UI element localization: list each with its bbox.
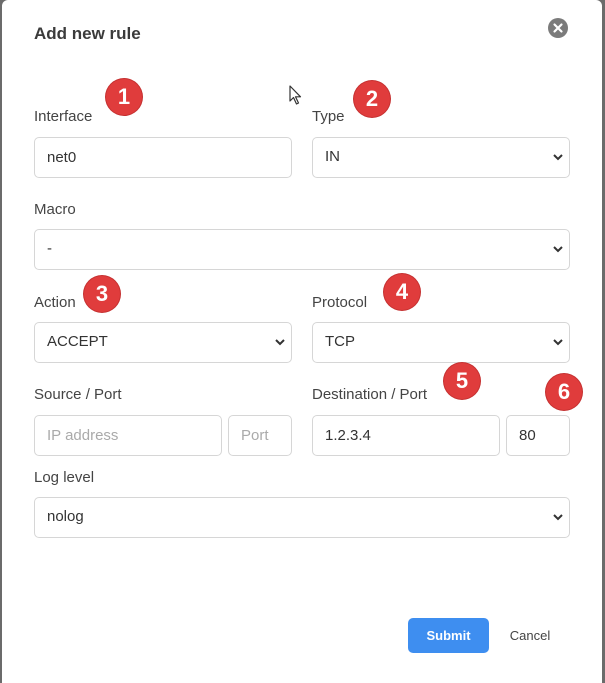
action-select[interactable]: ACCEPT [34,322,292,363]
annotation-badge-1: 1 [106,79,142,115]
source-label: Source / Port [34,386,122,403]
source-ip-input[interactable] [34,415,222,456]
destination-ip-input[interactable] [312,415,500,456]
annotation-badge-4: 4 [384,274,420,310]
cancel-button[interactable]: Cancel [500,618,560,653]
destination-label: Destination / Port [312,386,428,403]
annotation-badge-2: 2 [354,81,390,117]
log-level-label: Log level [34,469,95,486]
action-select-value: ACCEPT [47,333,108,350]
source-port-input[interactable] [228,415,292,456]
log-level-select-value: nolog [47,508,84,525]
chevron-down-icon [553,154,563,161]
type-select-value: IN [325,148,340,165]
macro-select-value: - [47,240,52,257]
protocol-select[interactable]: TCP [312,322,570,363]
close-icon[interactable] [548,18,568,38]
macro-select[interactable]: - [34,229,570,270]
protocol-select-value: TCP [325,333,355,350]
chevron-down-icon [553,514,563,521]
action-label: Action [34,294,76,311]
log-level-select[interactable]: nolog [34,497,570,538]
add-rule-dialog: Add new rule Interface Type IN Macro - A… [2,0,602,683]
chevron-down-icon [553,339,563,346]
annotation-badge-6: 6 [546,374,582,410]
chevron-down-icon [553,246,563,253]
type-select-box[interactable] [312,137,570,178]
type-select[interactable]: IN [312,137,570,178]
log-level-select-box[interactable] [34,497,570,538]
protocol-label: Protocol [312,294,368,311]
mouse-cursor-icon [289,85,302,105]
macro-label: Macro [34,201,76,218]
interface-input[interactable] [34,137,292,178]
interface-label: Interface [34,108,93,125]
macro-select-box[interactable] [34,229,570,270]
annotation-badge-5: 5 [444,363,480,399]
destination-port-input[interactable] [506,415,570,456]
submit-button[interactable]: Submit [408,618,489,653]
dialog-title: Add new rule [34,24,141,43]
chevron-down-icon [275,339,285,346]
annotation-badge-3: 3 [84,276,120,312]
type-label: Type [312,108,345,125]
